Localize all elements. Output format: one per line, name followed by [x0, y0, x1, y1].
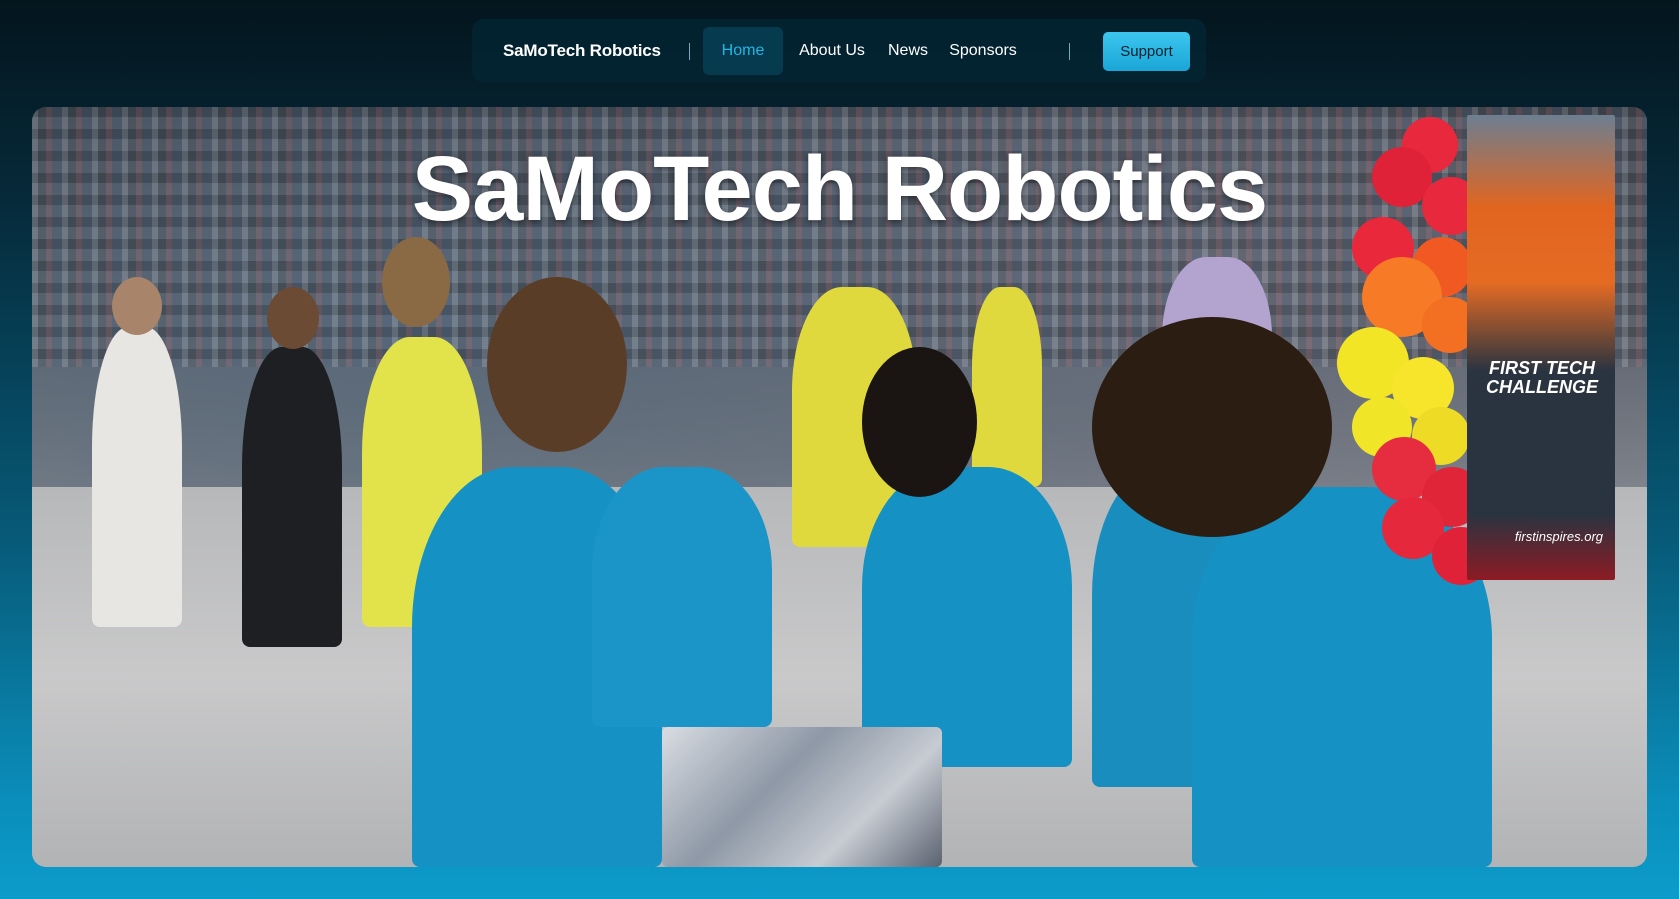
photo-figure: [592, 467, 772, 727]
support-button[interactable]: Support: [1103, 32, 1190, 71]
top-nav: SaMoTech Robotics Home About Us News Spo…: [472, 19, 1206, 83]
hero-title: SaMoTech Robotics: [411, 138, 1268, 240]
nav-link-about-us[interactable]: About Us: [793, 27, 871, 75]
photo-figure: [1092, 317, 1332, 537]
nav-divider: [1069, 43, 1070, 60]
photo-figure: [487, 277, 627, 452]
photo-figure: [92, 327, 182, 627]
nav-link-sponsors[interactable]: Sponsors: [944, 27, 1022, 75]
photo-figure: [862, 347, 977, 497]
photo-figure: [382, 237, 450, 327]
photo-figure: [862, 467, 1072, 767]
nav-divider: [689, 43, 690, 60]
photo-figure: [242, 347, 342, 647]
nav-link-news[interactable]: News: [884, 27, 932, 75]
banner-url: firstinspires.org: [1514, 529, 1603, 544]
photo-figure: [112, 277, 162, 335]
robot: [662, 727, 942, 867]
site-brand[interactable]: SaMoTech Robotics: [503, 19, 661, 83]
nav-link-home[interactable]: Home: [703, 27, 783, 75]
photo-figure: [972, 287, 1042, 487]
photo-figure: [267, 287, 319, 349]
hero-image: FIRST TECH CHALLENGE firstinspires.org S…: [32, 107, 1647, 867]
banner-text: FIRST TECH CHALLENGE: [1486, 358, 1598, 397]
